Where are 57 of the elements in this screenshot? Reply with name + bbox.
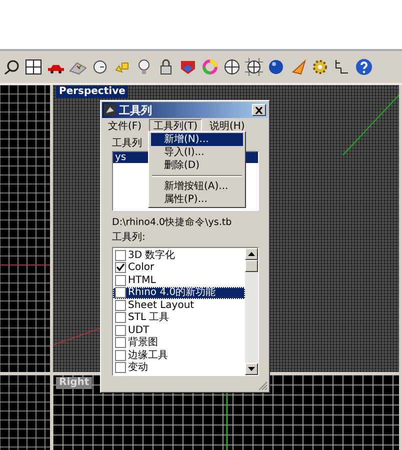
help-icon[interactable] [355, 58, 373, 76]
checkbox[interactable] [115, 274, 126, 286]
files-label: 工具列 [112, 137, 142, 150]
menu-item[interactable]: 说明(H) [204, 118, 250, 134]
scroll-up-icon[interactable] [248, 252, 255, 256]
menu-item[interactable]: 文件(F) [103, 118, 147, 134]
toolbar-name: HTML [128, 274, 156, 286]
close-button[interactable] [252, 104, 266, 116]
toolbar-name: 背景图 [128, 337, 158, 348]
checkbox[interactable] [115, 350, 126, 361]
checkbox[interactable] [115, 324, 126, 336]
dialog-title: 工具列 [119, 102, 153, 118]
toolbar-name: STL 工具 [128, 312, 170, 324]
app-icon [104, 104, 116, 116]
toolbar-name: 变动 [128, 362, 148, 374]
toolbar-item[interactable]: 边缘工具 [113, 349, 245, 362]
color-wheel-icon[interactable] [201, 58, 219, 76]
toolbar-name: 3D 数字化 [128, 250, 176, 261]
checkbox[interactable] [115, 312, 126, 324]
checkbox[interactable] [115, 362, 126, 374]
resize-grip-icon[interactable] [258, 381, 268, 391]
menu-option[interactable]: 新增(N)... [151, 133, 243, 146]
menu-option[interactable]: 新增按钮(A)... [151, 180, 243, 193]
toolbar-item[interactable]: 背景图 [113, 336, 245, 349]
toolbar-item[interactable]: STL 工具 [113, 312, 245, 324]
toolbar-name: UDT [128, 324, 150, 336]
checkbox[interactable] [115, 287, 126, 298]
file-path: D:\rhino4.0快捷命令\ys.tb [112, 216, 233, 230]
scrollbar[interactable] [245, 248, 258, 375]
toolbar-name: 边缘工具 [128, 350, 168, 361]
shaded-sphere-icon[interactable] [267, 58, 285, 76]
toolbar-name: Color [128, 262, 154, 274]
checkbox[interactable] [115, 337, 126, 348]
sphere-grid-icon[interactable] [245, 58, 263, 76]
toolbar-item[interactable]: 变动 [113, 362, 245, 374]
four-viewports-icon[interactable] [25, 58, 43, 76]
checkbox[interactable] [115, 262, 126, 274]
menu-option[interactable]: 删除(D) [151, 159, 243, 172]
shield-icon[interactable] [179, 58, 197, 76]
menu-option[interactable]: 导入(I)... [151, 146, 243, 159]
sphere-icon[interactable] [223, 58, 241, 76]
toolbar-item[interactable]: Color [113, 262, 245, 274]
scroll-down-icon[interactable] [248, 367, 255, 371]
toolbar-name: Sheet Layout [128, 300, 194, 311]
toolbar-item[interactable]: HTML [113, 274, 245, 286]
menu-option[interactable]: 属性(P)... [151, 193, 243, 206]
cone-icon[interactable] [289, 58, 307, 76]
viewport-label[interactable]: Perspective [56, 86, 128, 98]
toolbars-label: 工具列: [112, 231, 146, 244]
checkbox[interactable] [115, 300, 126, 311]
checkbox[interactable] [115, 250, 126, 261]
close-icon [255, 106, 263, 114]
toolbar-item[interactable]: 3D 数字化 [113, 249, 245, 262]
gear-icon[interactable] [311, 58, 329, 76]
scroll-thumb[interactable] [245, 260, 258, 272]
toolbar-item[interactable]: UDT [113, 324, 245, 336]
toolbar-item[interactable]: Sheet Layout [113, 299, 245, 312]
